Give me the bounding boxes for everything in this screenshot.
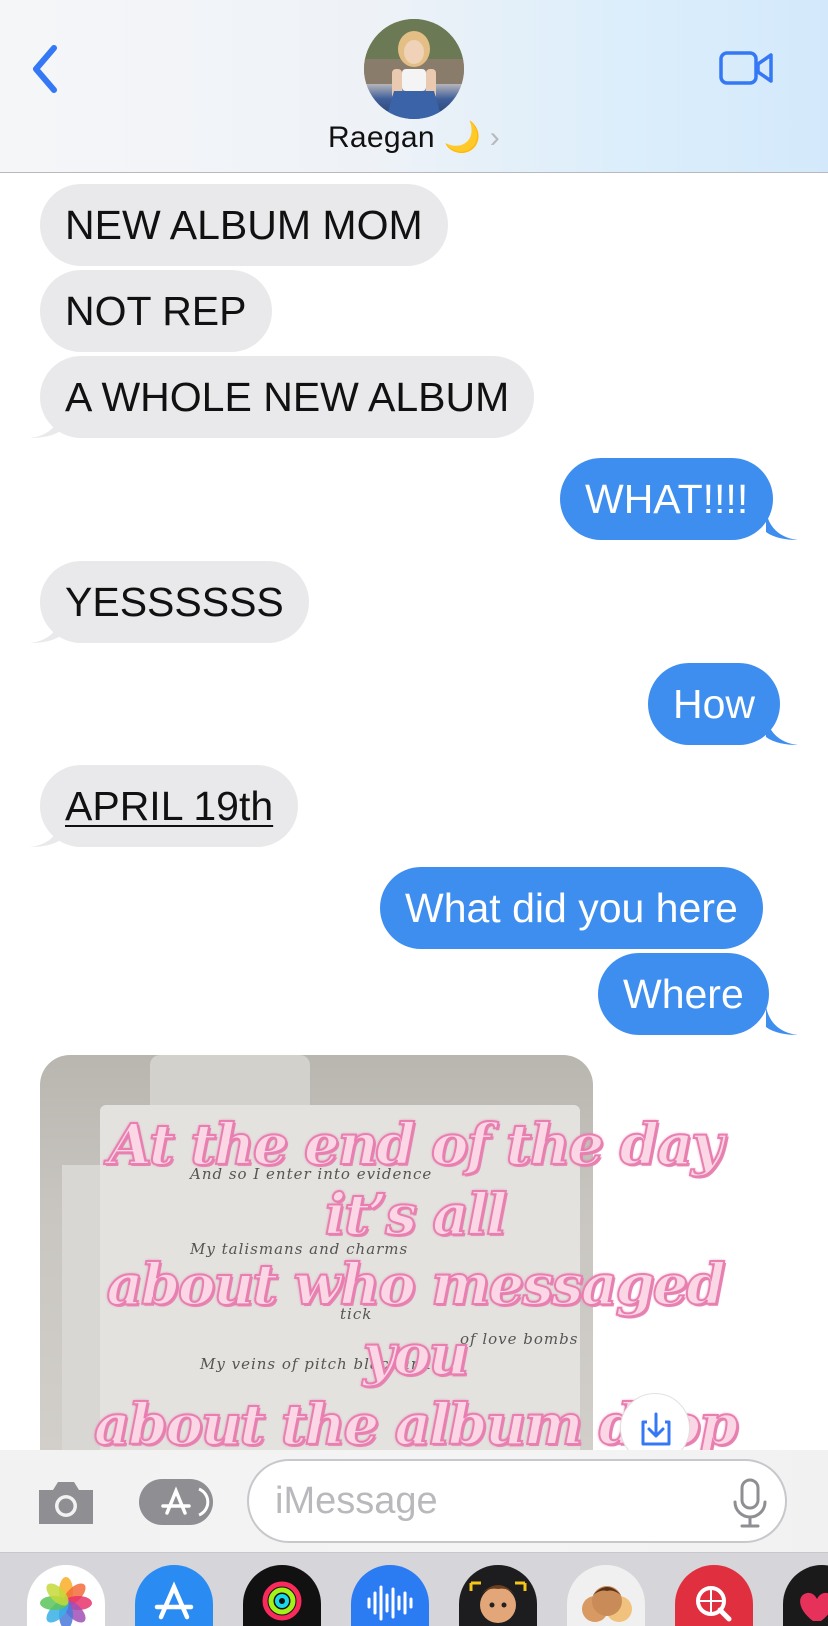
bubble-tail: [766, 512, 798, 540]
audio-message-app-icon[interactable]: [351, 1565, 429, 1626]
incoming-message-bubble[interactable]: A WHOLE NEW ALBUM: [40, 356, 535, 438]
photos-app-icon[interactable]: [27, 1565, 105, 1626]
incoming-message-bubble[interactable]: NOT REP: [40, 270, 272, 352]
outgoing-message-bubble[interactable]: How: [648, 663, 781, 745]
contact-name-row[interactable]: Raegan 🌙 ›: [0, 120, 828, 155]
dictation-button[interactable]: [730, 1476, 770, 1530]
bubble-tail: [30, 615, 62, 643]
caption-line: about who messaged you: [106, 1251, 727, 1389]
message-text: NOT REP: [65, 288, 247, 334]
outgoing-message-bubble[interactable]: What did you here: [380, 867, 763, 949]
message-text: How: [673, 681, 756, 727]
message-text: NEW ALBUM MOM: [65, 202, 423, 248]
chevron-right-icon: ›: [489, 121, 501, 154]
compose-bar: [0, 1450, 828, 1552]
camera-button[interactable]: [35, 1478, 97, 1526]
imessage-input[interactable]: [247, 1459, 787, 1543]
contact-name: Raegan 🌙: [327, 121, 482, 154]
message-text: YESSSSSS: [65, 579, 284, 625]
conversation-header: Raegan 🌙 ›: [0, 0, 828, 173]
video-camera-icon: [719, 51, 773, 85]
incoming-message-bubble[interactable]: NEW ALBUM MOM: [40, 184, 448, 266]
facetime-video-button[interactable]: [718, 48, 774, 88]
memoji-app-icon[interactable]: [459, 1565, 537, 1626]
outgoing-message-bubble[interactable]: Where: [598, 953, 769, 1035]
microphone-icon: [733, 1478, 767, 1528]
chevron-left-icon: [33, 45, 57, 93]
bubble-tail: [766, 717, 798, 745]
caption-line: At the end of the day it’s all: [107, 1111, 724, 1249]
bubble-tail: [30, 410, 62, 438]
heart-app-icon[interactable]: [783, 1565, 828, 1626]
apps-button[interactable]: [139, 1479, 213, 1525]
incoming-message-bubble[interactable]: YESSSSSS: [40, 561, 309, 643]
date-link-text[interactable]: APRIL 19th: [65, 783, 273, 829]
memoji-stickers-app-icon[interactable]: [567, 1565, 645, 1626]
outgoing-message-bubble[interactable]: WHAT!!!!: [560, 458, 774, 540]
incoming-message-bubble[interactable]: APRIL 19th: [40, 765, 299, 847]
message-text: Where: [623, 971, 744, 1017]
bubble-tail: [30, 819, 62, 847]
app-store-icon: [161, 1486, 210, 1517]
message-text: A WHOLE NEW ALBUM: [65, 374, 510, 420]
bubble-tail: [766, 1007, 798, 1035]
back-button[interactable]: [26, 42, 66, 96]
activity-app-icon[interactable]: [243, 1565, 321, 1626]
app-drawer: [0, 1552, 828, 1626]
folder-tab: [150, 1055, 310, 1110]
camera-icon: [39, 1482, 93, 1524]
avatar-photo: [364, 19, 464, 119]
image-search-app-icon[interactable]: [675, 1565, 753, 1626]
message-text: WHAT!!!!: [585, 476, 749, 522]
app-store-app-icon[interactable]: [135, 1565, 213, 1626]
contact-avatar[interactable]: [364, 19, 464, 119]
message-text: What did you here: [405, 885, 738, 931]
